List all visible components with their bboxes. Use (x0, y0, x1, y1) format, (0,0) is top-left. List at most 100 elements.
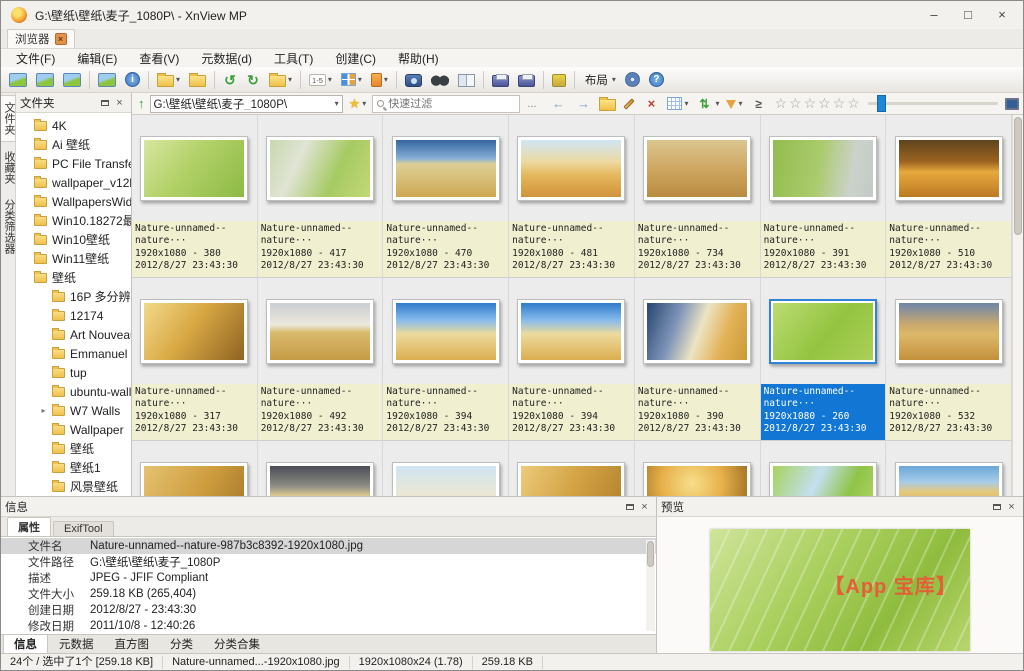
float-panel-icon[interactable] (622, 500, 637, 514)
rating-stars[interactable]: ☆☆☆☆☆☆ (773, 95, 860, 112)
bottom-tab[interactable]: 元数据 (49, 635, 104, 653)
thumbnail-cell[interactable]: Nature-unnamed--nature···1920x1080 - 380… (132, 115, 258, 278)
slider-handle[interactable] (877, 95, 886, 112)
help-icon[interactable]: ? (645, 69, 668, 91)
folder-tree-item[interactable]: 壁纸1 (16, 458, 131, 477)
print-layout-icon[interactable] (514, 69, 539, 91)
bottom-tab[interactable]: 分类合集 (204, 635, 270, 653)
delete-icon[interactable]: × (639, 94, 663, 114)
bottom-tab[interactable]: 信息 (3, 634, 48, 654)
thumbnail-size-slider[interactable] (868, 102, 998, 105)
property-row[interactable]: 描述JPEG - JFIF Compliant (1, 570, 656, 586)
menu-item[interactable]: 编辑(E) (66, 49, 128, 67)
float-panel-icon[interactable] (97, 96, 112, 110)
thumbnail-cell[interactable]: Nature-unnamed--nature···1920x1080 - 394… (383, 278, 509, 441)
rating-icon[interactable]: 1-5▾ (305, 69, 336, 91)
thumbnail-cell[interactable]: Nature-unnamed--nature···1920x1080 - 417… (258, 115, 384, 278)
property-row[interactable]: 文件大小259.18 KB (265,404) (1, 586, 656, 602)
property-row[interactable]: 修改日期2011/10/8 - 12:40:26 (1, 618, 656, 634)
scrollbar-thumb[interactable] (1014, 117, 1022, 235)
float-panel-icon[interactable] (989, 500, 1004, 514)
quick-filter-input[interactable] (388, 98, 515, 110)
folder-tree-item[interactable]: Win10.18272最新壁 (16, 211, 131, 230)
folder-tree-item[interactable]: Ai 壁纸 (16, 135, 131, 154)
folder-tree-item[interactable]: Win11壁纸 (16, 249, 131, 268)
binoculars-search-icon[interactable] (427, 69, 453, 91)
open-folder-icon[interactable]: ▾ (153, 69, 184, 91)
thumbnail-cell[interactable]: Nature-unnamed--nature···1920x1080 - 510… (886, 115, 1012, 278)
plugin-icon[interactable] (548, 69, 570, 91)
menu-item[interactable]: 查看(V) (128, 49, 190, 67)
folder-tree-item[interactable]: ▸W7 Walls (16, 401, 131, 420)
browser-icon[interactable] (5, 69, 31, 91)
rating-star-icon[interactable]: ☆ (773, 95, 788, 112)
sidebar-tab[interactable]: 收藏夹 (1, 145, 15, 190)
tree-expander-icon[interactable]: ▸ (40, 406, 47, 415)
dropdown-arrow-icon[interactable]: ▾ (288, 75, 292, 84)
thumbnail-cell[interactable] (635, 441, 761, 496)
quick-filter-box[interactable] (372, 95, 520, 113)
dropdown-arrow-icon[interactable]: ▾ (738, 99, 742, 108)
monitor-icon[interactable] (1005, 98, 1019, 110)
folder-tree-item[interactable]: 12174 (16, 306, 131, 325)
dropdown-arrow-icon[interactable]: ▾ (715, 99, 719, 108)
rating-star-icon[interactable]: ☆ (846, 95, 861, 112)
folder-tree-item[interactable]: Wallpaper (16, 420, 131, 439)
sidebar-tab[interactable]: 分类筛选器 (1, 193, 15, 260)
tab-close-icon[interactable]: × (55, 33, 67, 45)
menu-item[interactable]: 工具(T) (263, 49, 324, 67)
export-icon[interactable]: ▾ (265, 69, 296, 91)
properties-scrollbar[interactable] (646, 540, 655, 631)
address-input[interactable] (154, 98, 333, 110)
thumbnail-cell[interactable]: Nature-unnamed--nature···1920x1080 - 391… (761, 115, 887, 278)
folder-tree-item[interactable]: Art Nouveau (16, 325, 131, 344)
dropdown-arrow-icon[interactable]: ▾ (176, 75, 180, 84)
folder-tree-item[interactable]: 16P 多分辨率 安 (16, 287, 131, 306)
info-tab-properties[interactable]: 属性 (7, 517, 51, 536)
move-copy-icon[interactable] (185, 69, 210, 91)
thumbnail-cell[interactable]: Nature-unnamed--nature···1920x1080 - 260… (761, 278, 887, 441)
close-button[interactable]: × (985, 3, 1019, 27)
filter-more-button[interactable]: ... (523, 98, 540, 110)
forward-icon[interactable]: → (571, 94, 595, 114)
dropdown-arrow-icon[interactable]: ▾ (358, 75, 362, 84)
close-panel-icon[interactable]: × (112, 96, 127, 110)
folder-tree-item[interactable]: wallpaper_v12b (16, 173, 131, 192)
thumbnail-cell[interactable] (132, 441, 258, 496)
close-panel-icon[interactable]: × (1004, 500, 1019, 514)
folder-tree-item[interactable]: 壁纸 (16, 268, 131, 287)
folder-tree-item[interactable]: Win10壁纸 (16, 230, 131, 249)
compare-icon[interactable] (454, 69, 479, 91)
maximize-button[interactable]: □ (951, 3, 985, 27)
menu-item[interactable]: 文件(F) (5, 49, 66, 67)
rating-star-icon[interactable]: ☆ (832, 95, 847, 112)
property-row[interactable]: 创建日期2012/8/27 - 23:43:30 (1, 602, 656, 618)
dropdown-arrow-icon[interactable]: ▾ (328, 75, 332, 84)
bottom-tab[interactable]: 直方图 (105, 635, 160, 653)
rotate-left-icon[interactable]: ↺ (219, 69, 241, 91)
dropdown-arrow-icon[interactable]: ▾ (384, 75, 388, 84)
property-row[interactable]: 文件路径G:\壁纸\壁纸\麦子_1080P (1, 554, 656, 570)
folder-tree-item[interactable]: tup (16, 363, 131, 382)
rating-star-icon[interactable]: ☆ (803, 95, 818, 112)
sidebar-tab[interactable]: 文件夹 (1, 95, 16, 142)
address-bar[interactable]: ▾ (150, 95, 343, 113)
thumbnail-cell[interactable]: Nature-unnamed--nature···1920x1080 - 470… (383, 115, 509, 278)
folder-tree-item[interactable]: 风景壁纸 (16, 477, 131, 496)
tag-icon[interactable]: ▾ (367, 69, 392, 91)
tab-browser[interactable]: 浏览器 × (7, 29, 75, 48)
file-info-icon[interactable]: i (121, 69, 144, 91)
folder-tree-item[interactable]: WallpapersWide.co (16, 192, 131, 211)
batch-convert-icon[interactable] (94, 69, 120, 91)
info-tab-exiftool[interactable]: ExifTool (53, 521, 114, 536)
property-row[interactable]: 文件名Nature-unnamed--nature-987b3c8392-192… (1, 538, 656, 554)
sort-icon[interactable]: ⇅▾ (692, 94, 722, 114)
color-label-icon[interactable]: ▾ (337, 69, 366, 91)
thumbnail-cell[interactable]: Nature-unnamed--nature···1920x1080 - 532… (886, 278, 1012, 441)
dropdown-arrow-icon[interactable]: ▾ (684, 99, 688, 108)
layout-button[interactable]: 布局▾ (579, 69, 620, 91)
print-icon[interactable] (488, 69, 513, 91)
slideshow-icon[interactable] (59, 69, 85, 91)
settings-gear-icon[interactable] (621, 69, 644, 91)
menu-item[interactable]: 元数据(d) (190, 49, 263, 67)
